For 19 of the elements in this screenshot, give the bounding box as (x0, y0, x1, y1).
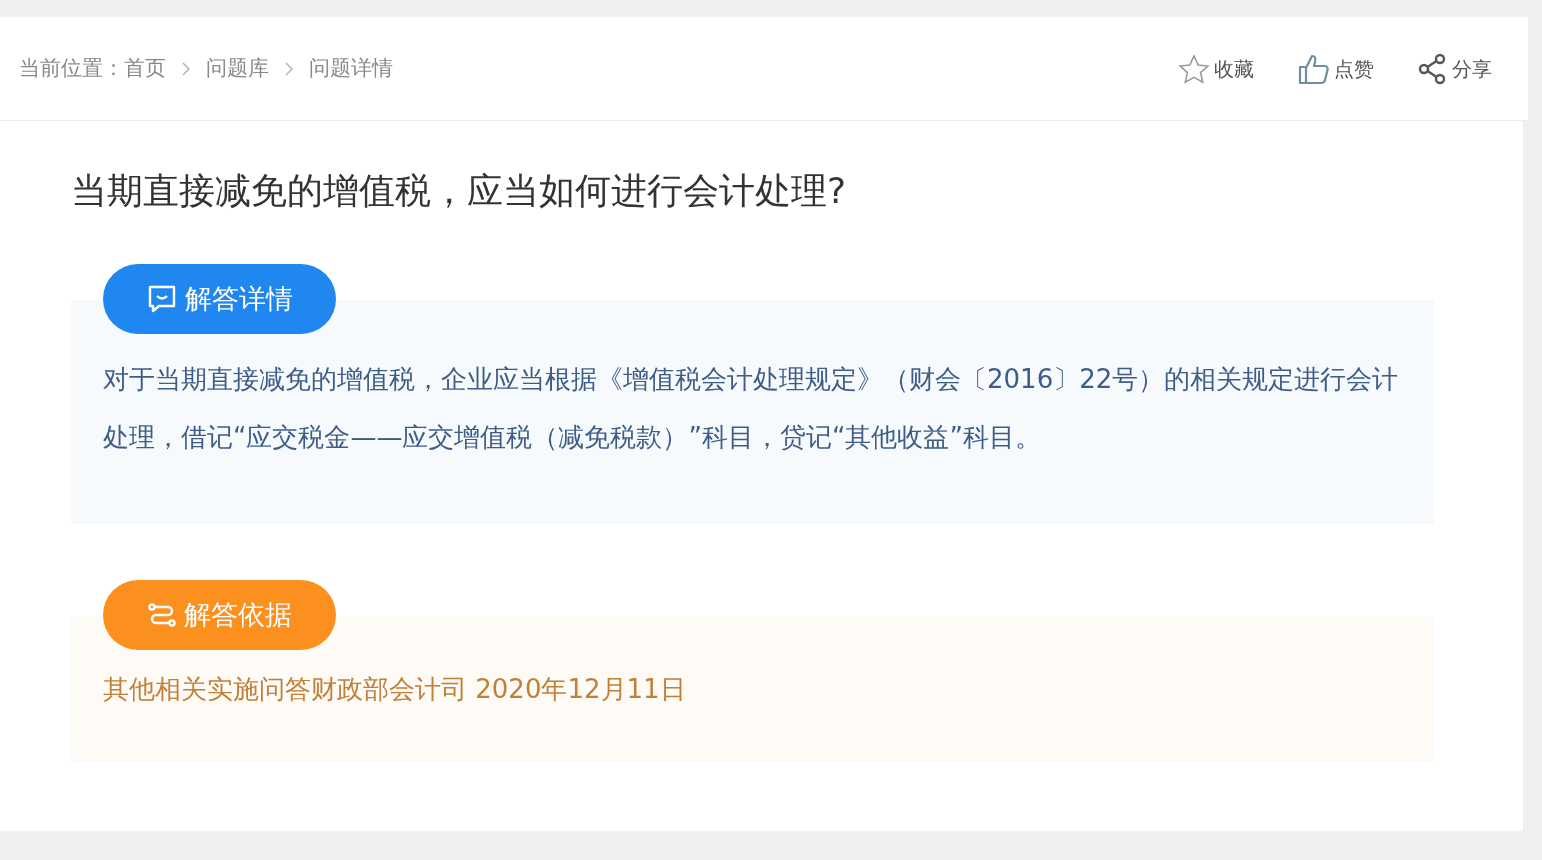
action-button[interactable]: 分享 (1418, 52, 1492, 85)
chevron-icon (180, 60, 192, 77)
share-icon (1418, 52, 1448, 85)
chat-smile-icon (146, 284, 177, 315)
basis-tag-button[interactable]: 解答依据 (103, 580, 336, 651)
answer-text: 其他相关实施问答财政部会计司 2020年12月11日 (103, 673, 687, 707)
question-title: 当期直接减免的增值税，应当如何进行会计处理? (71, 169, 848, 213)
breadcrumb-link[interactable]: 问题库 (206, 52, 269, 85)
action-button[interactable]: 收藏 (1178, 53, 1254, 84)
breadcrumb-link[interactable]: 问题详情 (309, 52, 393, 85)
thumbs-up-icon (1298, 52, 1330, 85)
answer-text: 对于当期直接减免的增值税，企业应当根据《增值税会计处理规定》（财会〔2016〕22号）的相关规定进行会计处理，借记“应交税金——应交增值税（减免税款）”科目，贷记“其他收益”科目。 (103, 363, 1400, 455)
detail-tag-button[interactable]: 解答详情 (103, 264, 336, 335)
breadcrumb-link[interactable]: 首页 (124, 52, 166, 85)
chevron-icon (283, 60, 295, 77)
star-icon (1178, 53, 1210, 84)
action-button[interactable]: 点赞 (1298, 52, 1374, 85)
breadcrumb-label: 当前位置： (19, 54, 124, 82)
route-icon (147, 602, 176, 629)
